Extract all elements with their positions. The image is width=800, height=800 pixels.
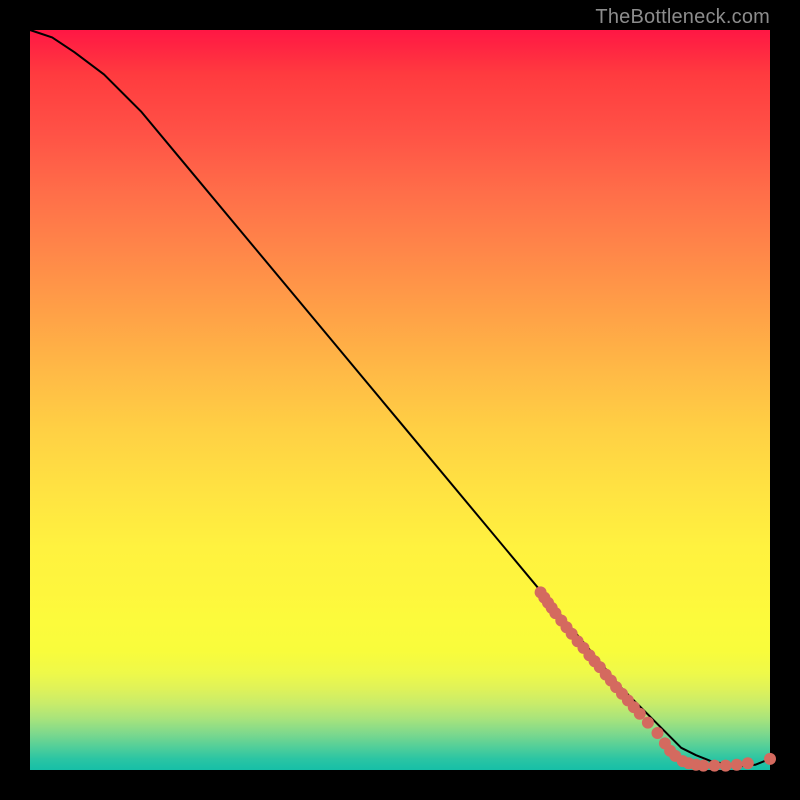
curve-marker bbox=[642, 717, 654, 729]
curve-marker bbox=[720, 760, 732, 772]
chart-frame: TheBottleneck.com bbox=[0, 0, 800, 800]
curve-marker bbox=[731, 759, 743, 771]
curve-marker bbox=[709, 760, 721, 772]
curve-marker bbox=[634, 708, 646, 720]
curve-marker bbox=[652, 727, 664, 739]
plot-area bbox=[30, 30, 770, 770]
watermark-text: TheBottleneck.com bbox=[595, 6, 770, 29]
curve-marker bbox=[697, 760, 709, 772]
curve-markers bbox=[535, 586, 776, 771]
curve-layer bbox=[30, 30, 770, 770]
curve-marker bbox=[764, 753, 776, 765]
curve-marker bbox=[742, 757, 754, 769]
bottleneck-curve bbox=[30, 30, 770, 766]
